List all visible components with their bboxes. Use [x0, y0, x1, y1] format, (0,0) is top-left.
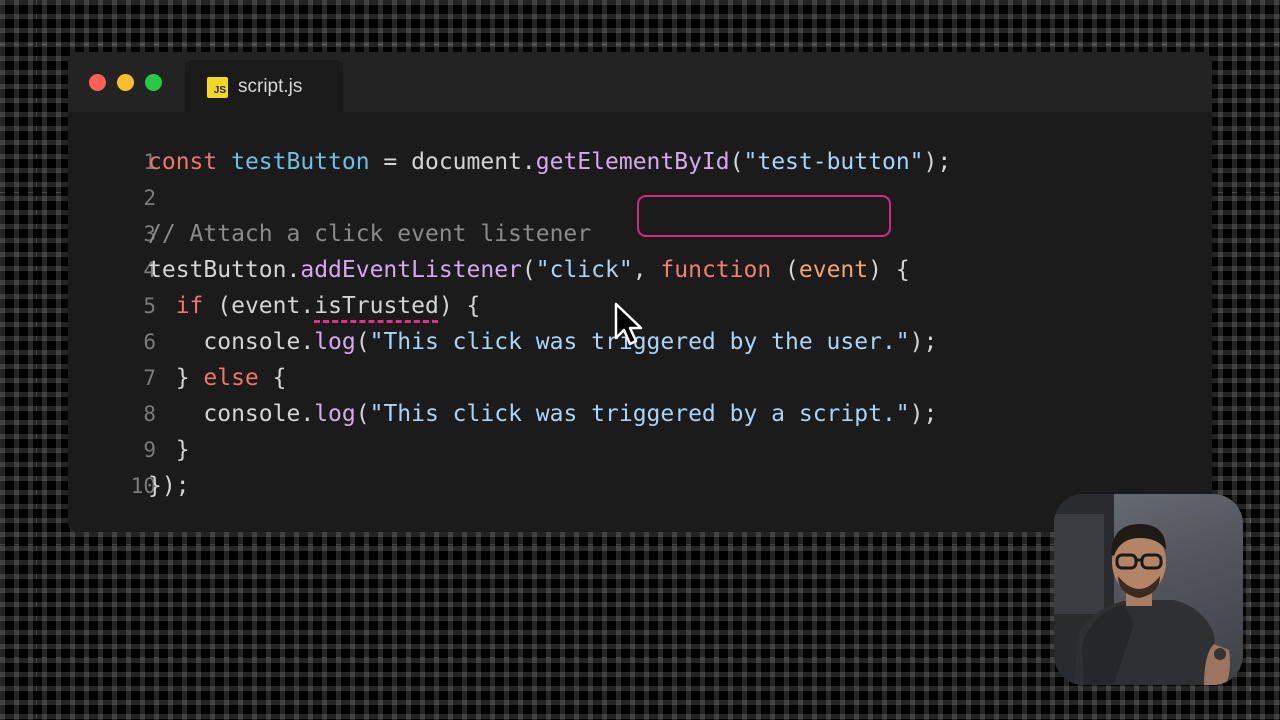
- line-source: }: [148, 432, 190, 468]
- code-token: (: [771, 257, 799, 283]
- line-source: console.log("This click was triggered by…: [148, 324, 937, 360]
- code-token: {: [258, 365, 287, 391]
- code-token: log: [314, 329, 356, 355]
- code-token: .: [300, 401, 315, 427]
- code-token: console: [203, 329, 301, 355]
- code-token: .: [300, 329, 315, 355]
- code-token: ) {: [868, 257, 910, 283]
- tab-label: script.js: [238, 76, 303, 97]
- code-line: 7 } else {: [68, 360, 1212, 396]
- window-titlebar: JS script.js: [68, 52, 1212, 112]
- code-token: });: [148, 473, 190, 499]
- code-line: 4 testButton.addEventListener("click", fu…: [68, 252, 1212, 288]
- code-token: document: [411, 149, 522, 175]
- code-token: (: [203, 293, 232, 319]
- code-token: console: [203, 401, 301, 427]
- code-line: 8 console.log("This click was triggered …: [68, 396, 1212, 432]
- line-source: if (event.isTrusted) {: [148, 288, 481, 324]
- code-token: // Attach a click event listener: [148, 221, 592, 247]
- close-window-button[interactable]: [89, 74, 106, 91]
- code-token: log: [314, 401, 356, 427]
- code-editor-window: JS script.js 1 const testButton = documen…: [68, 52, 1212, 532]
- code-token: "This click was triggered by a script.": [369, 401, 910, 427]
- line-source: // Attach a click event listener: [148, 216, 591, 252]
- code-token: ) {: [438, 293, 481, 319]
- code-line: 10});: [68, 468, 1212, 504]
- line-source: testButton.addEventListener("click", fun…: [148, 252, 910, 288]
- code-token: else: [203, 365, 259, 391]
- line-source: console.log("This click was triggered by…: [148, 396, 937, 432]
- code-token: getElementById: [535, 149, 730, 175]
- code-line: 9 }: [68, 432, 1212, 468]
- code-line: 1 const testButton = document.getElementB…: [68, 144, 1212, 180]
- code-token: const: [148, 149, 232, 175]
- code-token: }: [148, 365, 204, 391]
- line-source: });: [148, 468, 190, 504]
- mouse-cursor-icon: [614, 302, 643, 346]
- code-token: .: [521, 149, 536, 175]
- code-token: .: [300, 293, 315, 319]
- presenter-webcam: [1054, 494, 1243, 685]
- code-token: testButton: [148, 257, 287, 283]
- maximize-window-button[interactable]: [145, 74, 162, 91]
- code-token: "click": [535, 257, 633, 283]
- code-token: event: [798, 257, 869, 283]
- code-token: "test-button": [743, 149, 924, 175]
- tab-script-js[interactable]: JS script.js: [185, 60, 343, 112]
- presenter-image: [1054, 494, 1230, 685]
- code-token: );: [923, 149, 952, 175]
- code-token: );: [909, 329, 938, 355]
- grid-line: [36, 0, 37, 720]
- code-token: .: [286, 257, 301, 283]
- javascript-file-icon: JS: [207, 77, 228, 98]
- code-token: (: [729, 149, 744, 175]
- line-source: const testButton = document.getElementBy…: [148, 144, 951, 180]
- code-token: isTrusted: [314, 293, 439, 319]
- code-token: event: [231, 293, 301, 319]
- grid-line: [0, 44, 1280, 45]
- code-token: function: [660, 257, 772, 283]
- code-token: );: [909, 401, 938, 427]
- code-token: (: [355, 329, 370, 355]
- code-token: }: [148, 437, 190, 463]
- line-number: 2: [143, 186, 156, 210]
- line-source: } else {: [148, 360, 287, 396]
- code-token: ,: [632, 257, 661, 283]
- code-token: (: [355, 401, 370, 427]
- function-event-highlight-box: [637, 195, 891, 237]
- code-token: =: [369, 149, 412, 175]
- code-token: if: [175, 293, 204, 319]
- code-token: (: [521, 257, 536, 283]
- minimize-window-button[interactable]: [117, 74, 134, 91]
- code-token: addEventListener: [300, 257, 522, 283]
- grid-line: [1250, 0, 1251, 720]
- code-token: testButton: [231, 149, 370, 175]
